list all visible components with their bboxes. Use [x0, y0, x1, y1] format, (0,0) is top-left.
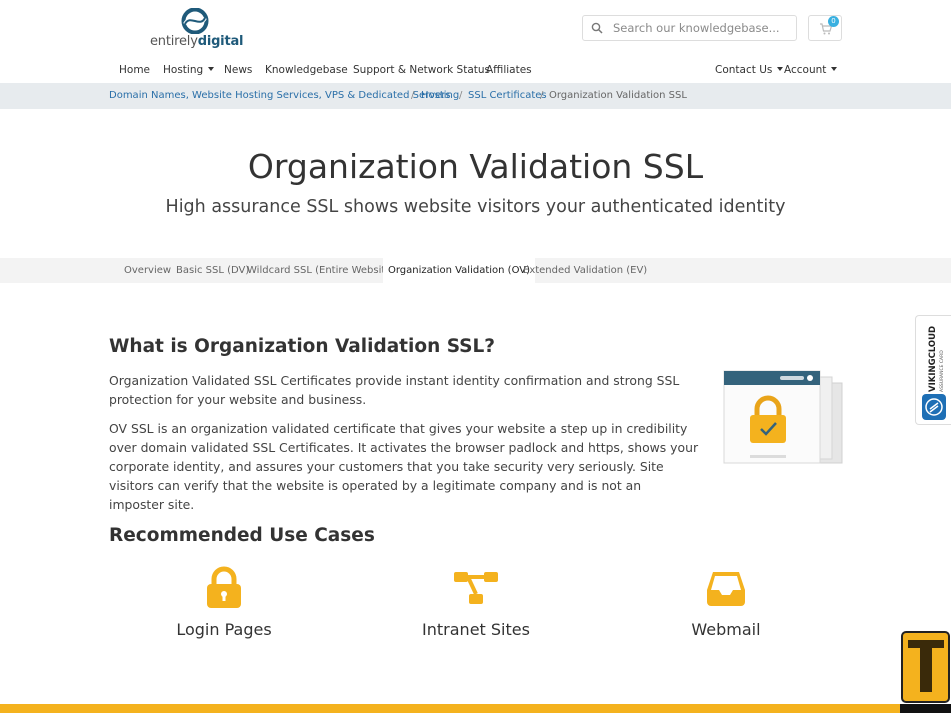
cart-button[interactable]: 0 [808, 15, 842, 41]
nav-contact-label: Contact Us [715, 64, 773, 76]
breadcrumb: Domain Names, Website Hosting Services, … [0, 83, 951, 109]
vikingcloud-assurance-badge[interactable]: VIKINGCLOUD ASSURANCE CARD [915, 315, 951, 425]
badge-line-1: VIKINGCLOUD [928, 326, 938, 392]
caret-down-icon [831, 67, 838, 71]
nav-knowledgebase[interactable]: Knowledgebase [265, 64, 348, 76]
caret-down-icon [777, 67, 784, 71]
breadcrumb-home[interactable]: Domain Names, Website Hosting Services, … [109, 90, 451, 101]
tab-extended-validation[interactable]: Extended Validation (EV) [518, 258, 652, 283]
section-para-1: Organization Validated SSL Certificates … [109, 373, 680, 407]
sitemap-icon [454, 572, 498, 604]
nav-news[interactable]: News [224, 64, 252, 76]
use-case-login: Login Pages [114, 566, 334, 639]
nav-contact[interactable]: Contact Us [715, 64, 784, 76]
section-heading: What is Organization Validation SSL? [109, 336, 496, 357]
nav-hosting-label: Hosting [163, 64, 204, 76]
logo-text-part1: entirely [150, 34, 198, 49]
site-logo[interactable]: entirelydigital [150, 8, 243, 50]
inbox-icon [707, 572, 745, 606]
tab-wildcard-ssl[interactable]: Wildcard SSL (Entire Website) [242, 258, 400, 283]
main-nav: Home Hosting News Knowledgebase Support … [0, 58, 951, 83]
tab-organization-validation[interactable]: Organization Validation (OV) [383, 258, 536, 283]
breadcrumb-hosting[interactable]: Hosting [421, 90, 459, 101]
use-case-webmail: Webmail [616, 566, 836, 639]
site-header: entirelydigital 0 [0, 0, 951, 58]
nav-affiliates[interactable]: Affiliates [486, 64, 532, 76]
use-case-label: Login Pages [176, 620, 272, 639]
lock-icon [207, 566, 241, 608]
logo-text-part2: digital [197, 34, 244, 49]
breadcrumb-separator: / [411, 90, 415, 101]
search-icon [591, 22, 603, 34]
logo-wordmark: entirelydigital [150, 34, 243, 49]
nav-account[interactable]: Account [784, 64, 838, 76]
nav-account-label: Account [784, 64, 827, 76]
watermark-logo-icon [900, 631, 951, 713]
tab-overview[interactable]: Overview [119, 258, 176, 283]
product-tabs: Overview Basic SSL (DV) Wildcard SSL (En… [0, 258, 951, 283]
nav-hosting[interactable]: Hosting [163, 64, 215, 76]
shield-icon [922, 394, 946, 420]
breadcrumb-current: Organization Validation SSL [549, 90, 687, 101]
knowledgebase-search[interactable] [582, 15, 797, 41]
breadcrumb-ssl[interactable]: SSL Certificates [468, 90, 547, 101]
breadcrumb-separator: / [459, 90, 463, 101]
use-cases-heading: Recommended Use Cases [109, 525, 375, 546]
breadcrumb-separator: / [540, 90, 544, 101]
nav-support[interactable]: Support & Network Status [353, 64, 490, 76]
badge-line-2: ASSURANCE CARD [939, 350, 945, 392]
page-title: Organization Validation SSL [247, 147, 704, 186]
footer-accent-bar [0, 704, 951, 713]
caret-down-icon [208, 67, 215, 71]
nav-home[interactable]: Home [119, 64, 150, 76]
use-case-label: Webmail [691, 620, 761, 639]
page-subtitle: High assurance SSL shows website visitor… [165, 197, 786, 217]
use-case-intranet: Intranet Sites [366, 566, 586, 639]
vikingcloud-text: VIKINGCLOUD ASSURANCE CARD [928, 326, 945, 392]
logo-icon [181, 8, 209, 34]
cart-count-badge: 0 [828, 16, 839, 27]
search-input[interactable] [613, 19, 791, 37]
section-para-2: OV SSL is an organization validated cert… [109, 421, 699, 512]
use-case-label: Intranet Sites [422, 620, 530, 639]
ssl-browser-illustration-icon [723, 370, 843, 464]
